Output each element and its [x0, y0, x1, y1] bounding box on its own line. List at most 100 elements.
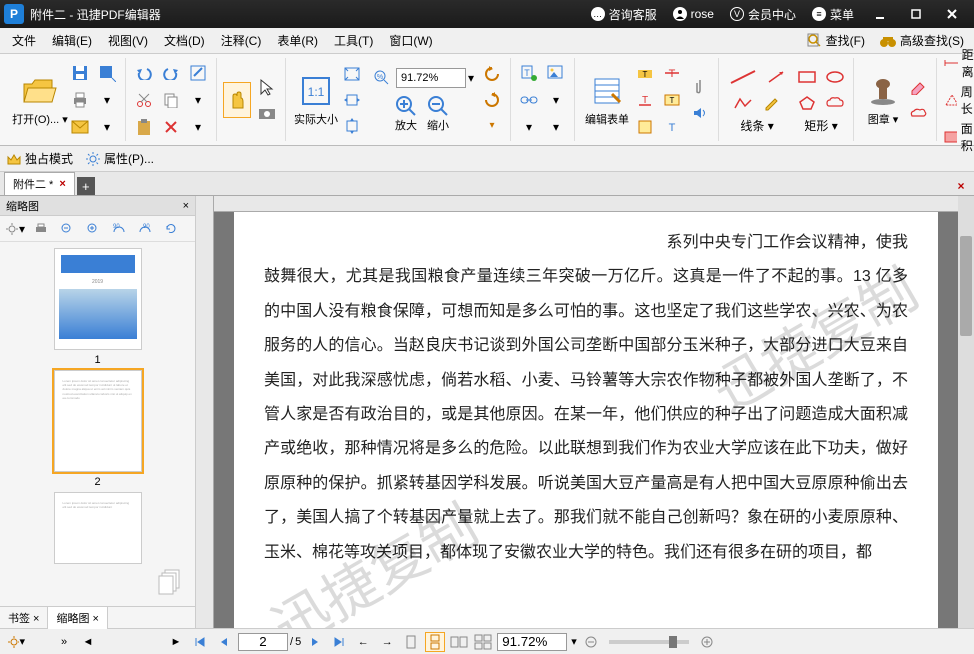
slider-knob[interactable]: [669, 636, 677, 648]
add-text-dropdown[interactable]: ▾: [544, 88, 568, 112]
status-options[interactable]: ▾: [6, 632, 26, 652]
scrollbar-thumb[interactable]: [960, 236, 972, 336]
edit-form-button[interactable]: 编辑表单: [581, 60, 633, 140]
oval-tool[interactable]: [823, 65, 847, 89]
edit-content-button[interactable]: [186, 61, 210, 85]
thumb-options[interactable]: ▾: [4, 218, 26, 240]
rotate-left-button[interactable]: [480, 62, 504, 86]
area-tool[interactable]: 面积: [943, 120, 974, 154]
menu-view[interactable]: 视图(V): [100, 28, 156, 53]
consult-button[interactable]: … 咨询客服: [583, 6, 665, 23]
maximize-button[interactable]: [898, 4, 934, 24]
properties-button[interactable]: 属性(P)...: [85, 150, 154, 167]
distance-tool[interactable]: 距离: [943, 46, 974, 80]
print-dropdown[interactable]: ▾: [95, 88, 119, 112]
email-dropdown[interactable]: ▾: [95, 115, 119, 139]
zoom-in-status[interactable]: [697, 632, 717, 652]
add-tab-button[interactable]: +: [77, 177, 95, 195]
add-text-button[interactable]: T: [517, 61, 541, 85]
find-button[interactable]: 查找(F): [801, 30, 871, 51]
undo-button[interactable]: [132, 61, 156, 85]
perimeter-tool[interactable]: 周长: [943, 83, 974, 117]
two-page-button[interactable]: [449, 632, 469, 652]
fit-page-button[interactable]: [340, 62, 364, 86]
stamp-button[interactable]: 图章 ▾: [860, 60, 906, 140]
rotate-dropdown[interactable]: ▾: [480, 114, 504, 138]
paste-button[interactable]: [132, 115, 156, 139]
rotate-right-button[interactable]: [480, 88, 504, 112]
line-tool[interactable]: [725, 65, 761, 89]
thumb-print[interactable]: [30, 218, 52, 240]
sound-button[interactable]: [688, 101, 712, 125]
exclusive-mode-button[interactable]: 独占模式: [6, 150, 73, 167]
zoom-out-status[interactable]: [581, 632, 601, 652]
open-button[interactable]: 打开(O)... ▾: [12, 60, 68, 140]
thumb-zoom-out[interactable]: [56, 218, 78, 240]
minimize-button[interactable]: [862, 4, 898, 24]
delete-button[interactable]: [159, 115, 183, 139]
strikeout-button[interactable]: T: [660, 61, 684, 85]
more-dropdown[interactable]: ▾: [186, 115, 210, 139]
continuous-page-button[interactable]: [425, 632, 445, 652]
thumb-zoom-in[interactable]: [82, 218, 104, 240]
two-continuous-button[interactable]: [473, 632, 493, 652]
cloud-tool[interactable]: [823, 91, 847, 115]
save-button[interactable]: [68, 61, 92, 85]
edit-dropdown[interactable]: ▾: [186, 88, 210, 112]
thumbnail-page-3[interactable]: Lorem ipsum dolor sit amet consectetur a…: [54, 492, 142, 564]
save-dropdown[interactable]: [95, 61, 119, 85]
fit-width-button[interactable]: [340, 88, 364, 112]
menu-window[interactable]: 窗口(W): [381, 28, 440, 53]
document-tab[interactable]: 附件二 * ×: [4, 172, 75, 195]
page-content[interactable]: 迅捷复制 迅捷复制 系列中央专门工作会议精神，使我鼓舞很大，尤其是我国粮食产量连…: [234, 212, 938, 628]
zoom-to-button[interactable]: %: [370, 66, 394, 90]
thumb-refresh[interactable]: [160, 218, 182, 240]
close-button[interactable]: [934, 4, 970, 24]
prev-page-button[interactable]: [214, 632, 234, 652]
zoom-combo[interactable]: [396, 68, 466, 88]
sidepanel-close[interactable]: ×: [183, 200, 189, 212]
menu-edit[interactable]: 编辑(E): [44, 28, 100, 53]
menu-tool[interactable]: 工具(T): [326, 28, 381, 53]
zoom-slider[interactable]: [609, 640, 689, 644]
nav-fwd-button[interactable]: →: [377, 632, 397, 652]
sidepanel-tab-thumbnail[interactable]: 缩略图 ×: [48, 607, 107, 629]
zoom-select-dropdown[interactable]: ▾: [571, 635, 577, 648]
email-button[interactable]: [68, 115, 92, 139]
add-image-dropdown[interactable]: ▾: [517, 115, 541, 139]
scroll-left[interactable]: ◄: [78, 632, 98, 652]
last-page-button[interactable]: [329, 632, 349, 652]
user-button[interactable]: rose: [665, 7, 722, 21]
cut-button[interactable]: [132, 88, 156, 112]
first-page-button[interactable]: [190, 632, 210, 652]
actual-size-button[interactable]: 1:1 实际大小: [292, 60, 340, 140]
menu-comment[interactable]: 注释(C): [213, 28, 270, 53]
menu-file[interactable]: 文件: [4, 28, 44, 53]
main-menu-button[interactable]: ≡ 菜单: [804, 6, 862, 23]
typewriter-button[interactable]: T: [660, 115, 684, 139]
arrow-tool[interactable]: [765, 65, 789, 89]
page-number-input[interactable]: [238, 633, 288, 651]
rect-tool[interactable]: [795, 65, 819, 89]
vertical-scrollbar[interactable]: [958, 196, 974, 628]
fit-height-button[interactable]: [340, 114, 364, 138]
polyline-tool[interactable]: [731, 91, 755, 115]
underline-button[interactable]: T: [633, 88, 657, 112]
nav-back-button[interactable]: ←: [353, 632, 373, 652]
zoom-combo-dropdown[interactable]: ▾: [468, 71, 474, 85]
status-expand[interactable]: »: [54, 632, 74, 652]
menu-document[interactable]: 文档(D): [156, 28, 213, 53]
thumb-rotate-left[interactable]: 90: [108, 218, 130, 240]
polygon-tool[interactable]: [795, 91, 819, 115]
attach-button[interactable]: [688, 75, 712, 99]
menu-form[interactable]: 表单(R): [269, 28, 326, 53]
single-page-button[interactable]: [401, 632, 421, 652]
thumb-rotate-right[interactable]: 90: [134, 218, 156, 240]
close-all-button[interactable]: ×: [952, 177, 970, 195]
highlight-button[interactable]: T: [633, 61, 657, 85]
zoom-select[interactable]: [497, 633, 567, 651]
redo-button[interactable]: [159, 61, 183, 85]
copy-button[interactable]: [159, 88, 183, 112]
vip-button[interactable]: V 会员中心: [722, 6, 804, 23]
next-page-button[interactable]: [305, 632, 325, 652]
